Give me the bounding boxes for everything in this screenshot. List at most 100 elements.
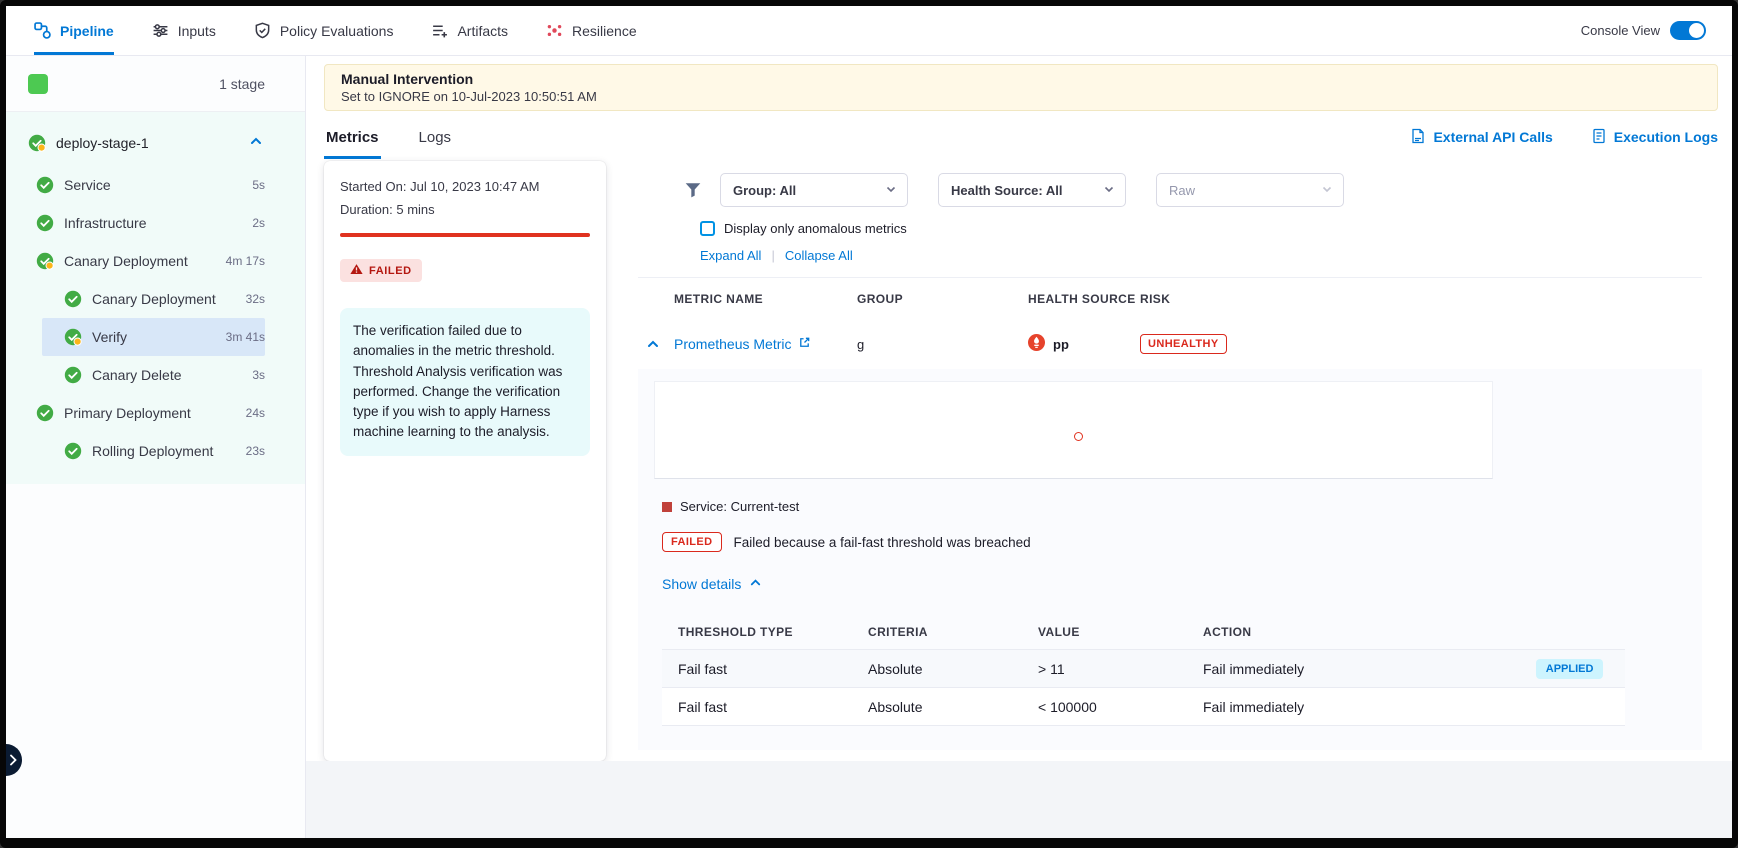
metric-group-value: g <box>857 337 1028 352</box>
metric-chart <box>654 381 1493 479</box>
execution-logs-link[interactable]: Execution Logs <box>1591 128 1718 147</box>
toggle-knob <box>1689 23 1704 38</box>
stage-status-square-icon <box>28 74 48 94</box>
col-threshold-type: THRESHOLD TYPE <box>678 625 868 639</box>
health-source-value: pp <box>1053 337 1069 352</box>
stage-row-deploy-stage-1[interactable]: deploy-stage-1 <box>6 120 305 166</box>
execution-logs-label: Execution Logs <box>1614 129 1718 145</box>
anomalous-data-point <box>1074 432 1083 441</box>
value-cell: > 11 <box>1038 661 1203 677</box>
anomalous-metrics-label: Display only anomalous metrics <box>724 221 907 236</box>
step-row-canary-deployment[interactable]: Canary Deployment 32s <box>6 280 265 318</box>
raw-filter-dropdown[interactable]: Raw <box>1156 173 1344 207</box>
filter-funnel-icon[interactable] <box>684 181 702 199</box>
health-source-filter-value: Health Source: All <box>951 183 1062 198</box>
step-label: Primary Deployment <box>64 405 246 421</box>
nav-tab-label: Artifacts <box>457 23 508 39</box>
warning-triangle-icon <box>350 263 363 278</box>
app-window: Pipeline Inputs Policy Evaluations Artif… <box>0 0 1738 848</box>
step-row-canary-delete[interactable]: Canary Delete 3s <box>6 356 265 394</box>
applied-badge: APPLIED <box>1536 659 1604 679</box>
nav-tab-artifacts[interactable]: Artifacts <box>431 6 508 55</box>
col-risk: RISK <box>1140 292 1702 306</box>
inputs-icon <box>152 22 170 40</box>
col-value: VALUE <box>1038 625 1203 639</box>
step-duration: 24s <box>246 406 265 420</box>
step-row-service[interactable]: Service 5s <box>6 166 265 204</box>
api-document-icon <box>1410 128 1426 147</box>
status-success-warning-icon <box>64 328 82 346</box>
step-label: Canary Deployment <box>64 253 226 269</box>
step-label: Canary Delete <box>92 367 252 383</box>
external-link-icon <box>798 336 811 352</box>
duration-label: Duration: 5 mins <box>340 202 590 217</box>
metric-name-link[interactable]: Prometheus Metric <box>674 336 857 352</box>
resilience-icon <box>546 22 564 40</box>
status-success-icon <box>36 176 54 194</box>
console-view-label: Console View <box>1581 23 1660 38</box>
metric-table-row[interactable]: Prometheus Metric g pp UNHEALTHY <box>638 319 1702 369</box>
group-filter-dropdown[interactable]: Group: All <box>720 173 908 207</box>
status-success-warning-icon <box>28 134 46 152</box>
nav-tab-inputs[interactable]: Inputs <box>152 6 216 55</box>
stage-collapse-chevron-icon[interactable] <box>249 134 263 153</box>
legend-label: Service: Current-test <box>680 499 799 514</box>
threshold-table: THRESHOLD TYPE CRITERIA VALUE ACTION Fai… <box>662 614 1625 726</box>
console-view-control: Console View <box>1581 6 1706 55</box>
metrics-table-header: METRIC NAME GROUP HEALTH SOURCE RISK <box>638 277 1702 319</box>
row-collapse-chevron-icon[interactable] <box>638 337 674 351</box>
chevron-up-icon <box>749 576 762 592</box>
step-row-canary-deployment-group[interactable]: Canary Deployment 4m 17s <box>6 242 265 280</box>
prometheus-icon <box>1028 334 1045 354</box>
nav-tab-pipeline[interactable]: Pipeline <box>34 6 114 55</box>
value-cell: < 100000 <box>1038 699 1203 715</box>
threshold-table-header: THRESHOLD TYPE CRITERIA VALUE ACTION <box>662 614 1625 650</box>
nav-tab-resilience[interactable]: Resilience <box>546 6 637 55</box>
anomalous-metrics-checkbox-row[interactable]: Display only anomalous metrics <box>700 221 1702 236</box>
action-cell: Fail immediately <box>1203 699 1609 715</box>
step-row-primary-deployment[interactable]: Primary Deployment 24s <box>6 394 265 432</box>
step-duration: 3s <box>252 368 265 382</box>
threshold-row: Fail fast Absolute > 11 Fail immediately… <box>662 650 1625 688</box>
show-details-label: Show details <box>662 576 741 592</box>
status-success-icon <box>64 366 82 384</box>
shield-check-icon <box>254 22 272 40</box>
external-api-calls-link[interactable]: External API Calls <box>1410 128 1552 147</box>
chart-legend: Service: Current-test <box>662 499 1688 514</box>
step-row-rolling-deployment[interactable]: Rolling Deployment 23s <box>6 432 265 470</box>
verification-progress-bar <box>340 233 590 237</box>
action-cell: Fail immediately APPLIED <box>1203 659 1609 679</box>
show-details-link[interactable]: Show details <box>662 576 762 592</box>
verification-failure-message: The verification failed due to anomalies… <box>340 308 590 456</box>
metric-name-label: Prometheus Metric <box>674 336 791 352</box>
collapse-all-link[interactable]: Collapse All <box>785 248 853 263</box>
detail-tabs-row: Metrics Logs External API Calls Executio… <box>324 113 1718 161</box>
step-duration: 4m 17s <box>226 254 265 268</box>
step-label: Service <box>64 177 252 193</box>
status-success-warning-icon <box>36 252 54 270</box>
step-row-verify[interactable]: Verify 3m 41s <box>42 318 265 356</box>
verification-status-badge: FAILED <box>340 259 422 282</box>
verify-content-row: Started On: Jul 10, 2023 10:47 AM Durati… <box>324 161 1718 761</box>
banner-message: Set to IGNORE on 10-Jul-2023 10:50:51 AM <box>341 89 1701 104</box>
metrics-panel: Group: All Health Source: All Raw <box>620 161 1718 761</box>
health-source-cell: pp <box>1028 334 1140 354</box>
tab-metrics[interactable]: Metrics <box>324 116 381 159</box>
nav-tab-policy-evaluations[interactable]: Policy Evaluations <box>254 6 394 55</box>
col-health-source: HEALTH SOURCE <box>1028 292 1140 306</box>
step-duration: 23s <box>246 444 265 458</box>
fail-reason-message: Failed because a fail-fast threshold was… <box>734 535 1031 550</box>
console-view-toggle[interactable] <box>1670 21 1706 40</box>
step-row-infrastructure[interactable]: Infrastructure 2s <box>6 204 265 242</box>
health-source-filter-dropdown[interactable]: Health Source: All <box>938 173 1126 207</box>
criteria-cell: Absolute <box>868 661 1038 677</box>
tab-logs[interactable]: Logs <box>417 116 454 159</box>
col-group: GROUP <box>857 292 1028 306</box>
anomalous-metrics-checkbox[interactable] <box>700 221 715 236</box>
expand-all-link[interactable]: Expand All <box>700 248 761 263</box>
external-api-calls-label: External API Calls <box>1433 129 1552 145</box>
step-label: Verify <box>92 329 226 345</box>
top-navigation: Pipeline Inputs Policy Evaluations Artif… <box>6 6 1732 56</box>
threshold-row: Fail fast Absolute < 100000 Fail immedia… <box>662 688 1625 726</box>
logs-document-icon <box>1591 128 1607 147</box>
